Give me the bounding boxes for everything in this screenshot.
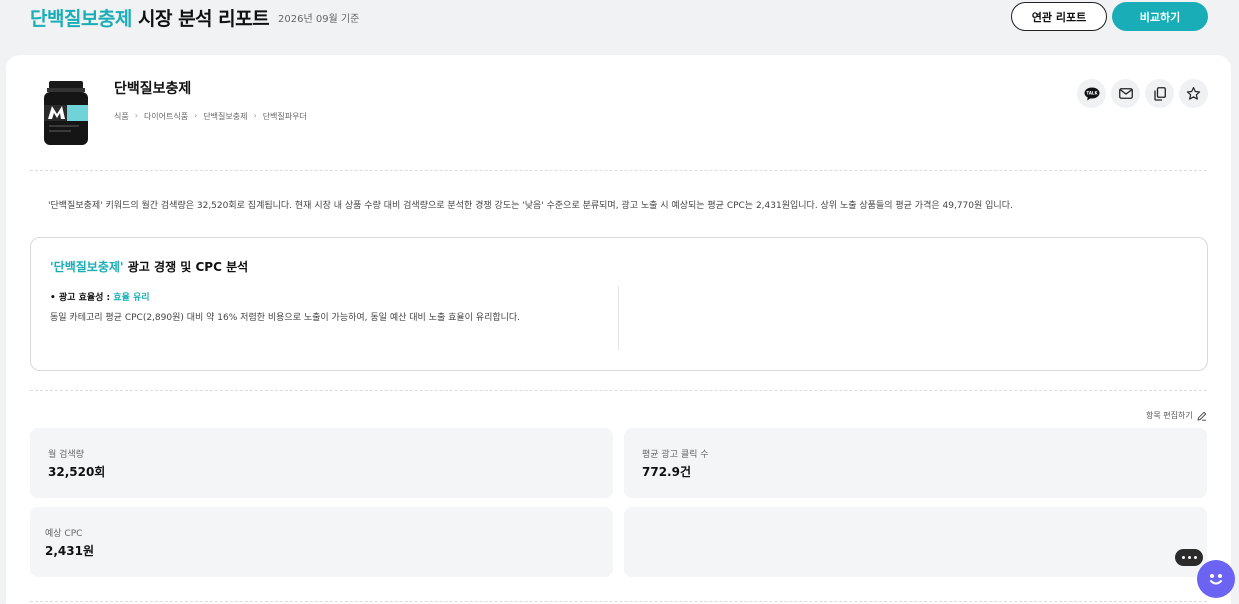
metric-label: 월 검색량 (48, 450, 84, 460)
breadcrumb-separator: › (253, 111, 257, 120)
star-icon (1186, 86, 1201, 100)
breadcrumb-item-protein-supplement[interactable]: 단백질보충제 (203, 111, 247, 122)
breadcrumb: 식품 › 다이어트식품 › 단백질보충제 › 단백질파우더 (114, 111, 307, 122)
related-report-button[interactable]: 연관 리포트 (1011, 2, 1107, 31)
breadcrumb-item-protein-powder[interactable]: 단백질파우더 (263, 111, 307, 122)
breadcrumb-separator: › (134, 111, 138, 120)
ad-efficiency-description: 동일 카테고리 평균 CPC(2,890원) 대비 약 16% 저렴한 비용으로… (50, 313, 521, 323)
talk-icon: TALK (1084, 87, 1099, 100)
favorite-button[interactable] (1179, 79, 1208, 108)
section-divider (30, 601, 1207, 602)
ad-efficiency-value: 효율 유리 (113, 293, 150, 303)
compare-button[interactable]: 비교하기 (1112, 2, 1208, 31)
dot (1187, 556, 1191, 559)
cpc-title-rest: 광고 경쟁 및 CPC 분석 (123, 260, 249, 274)
page-title-rest: 시장 분석 리포트 (131, 8, 270, 30)
share-talk-button[interactable]: TALK (1077, 79, 1106, 108)
metric-value: 32,520회 (48, 465, 106, 479)
breadcrumb-item-food[interactable]: 식품 (114, 111, 129, 122)
mail-icon (1118, 88, 1133, 99)
share-mail-button[interactable] (1111, 79, 1140, 108)
edit-items-button[interactable]: 항목 편집하기 (1146, 410, 1207, 421)
talk-icon-label: TALK (1086, 90, 1098, 95)
ad-efficiency-label: • 광고 효율성 : (50, 293, 114, 303)
metric-card-avg-ad-clicks: 평균 광고 클릭 수 772.9건 (624, 428, 1207, 498)
metric-value: 2,431원 (45, 544, 94, 558)
breadcrumb-item-diet-food[interactable]: 다이어트식품 (144, 111, 188, 122)
edit-items-label: 항목 편집하기 (1146, 411, 1193, 420)
dot (1181, 556, 1185, 559)
report-date: 2026년 09월 기준 (278, 14, 360, 25)
metric-value: 772.9건 (642, 465, 691, 479)
metric-card-empty (624, 507, 1207, 577)
section-divider (30, 170, 1207, 171)
page-title: 단백질보충제 시장 분석 리포트 (30, 4, 270, 31)
chatbot-face-icon (1210, 574, 1222, 585)
chatbot-button[interactable] (1197, 560, 1235, 598)
page-title-keyword: 단백질보충제 (30, 8, 132, 30)
top-header: 단백질보충제 시장 분석 리포트 2026년 09월 기준 연관 리포트 비교하… (0, 0, 1239, 56)
ad-efficiency-line: • 광고 효율성 : 효율 유리 (50, 290, 150, 303)
metric-label: 평균 광고 클릭 수 (642, 450, 709, 460)
section-divider (30, 390, 1207, 391)
report-card: 단백질보충제 식품 › 다이어트식품 › 단백질보충제 › 단백질파우더 TAL… (6, 55, 1231, 604)
cpc-title-keyword: '단백질보충제' (50, 260, 124, 274)
chat-typing-bubble[interactable] (1175, 549, 1203, 566)
pencil-icon (1197, 411, 1206, 421)
keyword-summary: '단백질보충제' 키워드의 월간 검색량은 32,520회로 집계됩니다. 현재… (48, 201, 1013, 211)
metric-label: 예상 CPC (45, 529, 83, 539)
product-image (41, 81, 91, 147)
metric-card-expected-cpc: 예상 CPC 2,431원 (30, 507, 613, 577)
metric-card-monthly-search: 월 검색량 32,520회 (30, 428, 613, 498)
breadcrumb-separator: › (194, 111, 198, 120)
copy-link-button[interactable] (1145, 79, 1174, 108)
cpc-analysis-box: '단백질보충제' 광고 경쟁 및 CPC 분석 • 광고 효율성 : 효율 유리… (30, 237, 1208, 371)
cpc-analysis-title: '단백질보충제' 광고 경쟁 및 CPC 분석 (50, 258, 248, 275)
copy-icon (1153, 86, 1166, 101)
product-name: 단백질보충제 (114, 81, 192, 97)
dot (1193, 556, 1197, 559)
vertical-divider (618, 286, 619, 350)
